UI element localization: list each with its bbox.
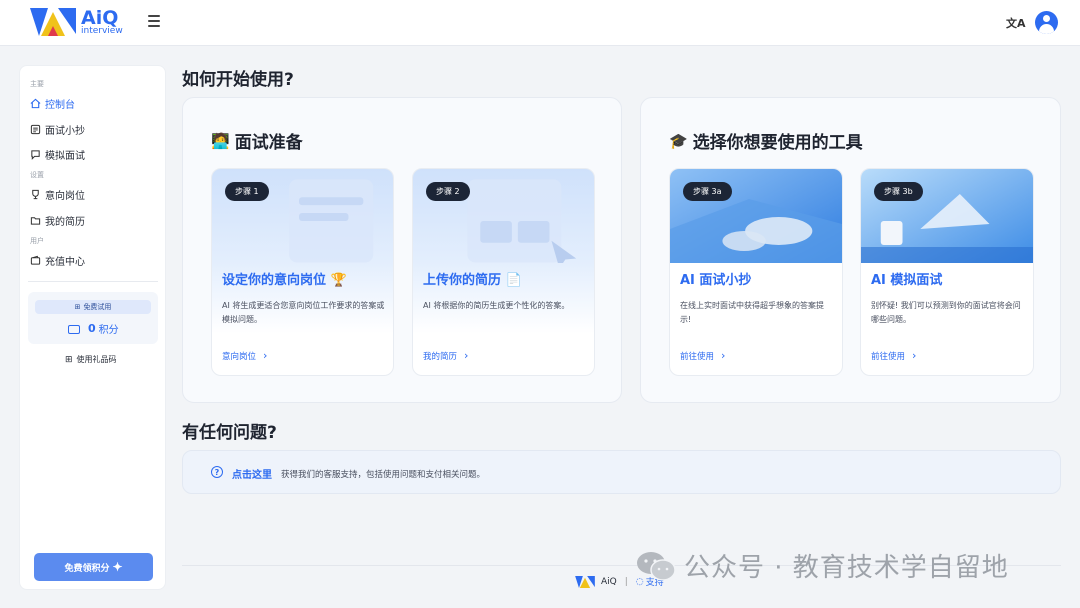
sidebar-item-label: 意向岗位 (45, 191, 85, 202)
step-badge: 步骤 3b (874, 182, 923, 201)
page-title: 如何开始使用? (182, 70, 294, 90)
cheatsheet-icon (29, 124, 41, 136)
sidebar-item-label: 面试小抄 (45, 126, 85, 137)
sidebar-item-label: 控制台 (45, 100, 75, 111)
card-link-label: 我的简历 (423, 351, 458, 362)
footer-separator: | (624, 576, 628, 587)
prep-panel: 🧑‍💻 面试准备 步骤 1 设定你的意向岗位 🏆 AI 将生成更适合您意向岗位工… (182, 97, 622, 403)
tools-panel: 🎓 选择你想要使用的工具 步骤 3a AI 面试小抄 在线上实时面试中获得超乎想… (640, 97, 1061, 403)
tool-card-cheatsheet[interactable]: 步骤 3a AI 面试小抄 在线上实时面试中获得超乎想象的答案提示! 前往使用 › (669, 168, 843, 376)
sidebar-divider (28, 281, 158, 282)
faq-heading: 有任何问题? (182, 423, 277, 443)
credits-card: ⊞ 免费试用 0 积分 (28, 292, 158, 344)
developer-emoji-icon: 🧑‍💻 (211, 131, 230, 150)
step-badge: 步骤 2 (426, 182, 470, 201)
free-trial-tag[interactable]: ⊞ 免费试用 (35, 300, 151, 314)
sparkle-icon: ✦ (112, 560, 123, 574)
tools-panel-title: 🎓 选择你想要使用的工具 (669, 128, 863, 154)
resume-link[interactable]: 我的简历 › (423, 349, 468, 362)
card-title: 上传你的简历 📄 (423, 273, 522, 288)
sidebar-section-settings: 设置 (30, 171, 44, 179)
card-description: 在线上实时面试中获得超乎想象的答案提示! (680, 301, 824, 324)
chevron-right-icon: › (721, 349, 726, 362)
chevron-right-icon: › (263, 349, 268, 362)
free-credits-label: 免费领积分 (64, 562, 110, 573)
tool-card-mock-interview[interactable]: 步骤 3b AI 模拟面试 别怀疑! 我们可以预测到你的面试官将会问哪些问题。 … (860, 168, 1034, 376)
logo-mark-icon (30, 8, 76, 36)
card-title: AI 模拟面试 (871, 273, 943, 288)
step-card-target-job[interactable]: 步骤 1 设定你的意向岗位 🏆 AI 将生成更适合您意向岗位工作要求的答案或模拟… (211, 168, 394, 376)
step-badge: 步骤 3a (683, 182, 732, 201)
free-credits-button[interactable]: 免费领积分 ✦ (34, 553, 153, 581)
support-link[interactable]: 点击这里 (232, 466, 272, 481)
sidebar-section-user: 用户 (30, 237, 44, 245)
gift-code-label: 使用礼品码 (76, 355, 117, 364)
sidebar-section-main: 主要 (30, 80, 44, 88)
footer-logo-icon (575, 575, 595, 588)
card-description: AI 将根据你的简历生成更个性化的答案。 (423, 301, 570, 310)
cheatsheet-go-link[interactable]: 前往使用 › (680, 349, 725, 362)
card-link-label: 前往使用 (680, 351, 715, 362)
credits-value: 0 (88, 322, 96, 335)
free-trial-label: 免费试用 (83, 303, 112, 311)
support-banner: ? 点击这里 获得我们的客服支持，包括使用问题和支付相关问题。 (182, 450, 1061, 494)
user-avatar-icon[interactable] (1035, 11, 1058, 34)
chevron-right-icon: › (464, 349, 469, 362)
gift-code-link[interactable]: ⊞ 使用礼品码 (65, 354, 117, 365)
sidebar-item-mock-interview[interactable]: 模拟面试 (29, 147, 85, 162)
card-description: AI 将生成更适合您意向岗位工作要求的答案或模拟问题。 (222, 301, 385, 324)
folder-icon (29, 215, 41, 227)
wechat-watermark: 公众号 · 教育技术学自留地 (636, 547, 1009, 584)
brand-logo[interactable]: AiQ interview (30, 8, 123, 36)
gift-icon: ⊞ (74, 303, 81, 311)
chevron-right-icon: › (912, 349, 917, 362)
watermark-text: 公众号 · 教育技术学自留地 (684, 553, 1009, 583)
brand-sub: interview (81, 25, 123, 36)
card-title: 设定你的意向岗位 🏆 (222, 273, 347, 288)
sidebar-item-recharge[interactable]: 充值中心 (29, 253, 85, 268)
card-link-label: 意向岗位 (222, 351, 257, 362)
wallet-icon (29, 255, 41, 267)
sidebar-item-dashboard[interactable]: 控制台 (29, 96, 75, 111)
trophy-icon (29, 189, 41, 201)
card-link-label: 前往使用 (871, 351, 906, 362)
chat-icon (29, 149, 41, 161)
wallet-icon (68, 324, 80, 334)
step-badge: 步骤 1 (225, 182, 269, 201)
question-circle-icon: ? (211, 466, 223, 478)
top-bar: AiQ interview 文A (0, 0, 1080, 46)
card-description: 别怀疑! 我们可以预测到你的面试官将会问哪些问题。 (871, 301, 1021, 324)
hamburger-menu-icon[interactable] (148, 15, 160, 29)
footer-brand[interactable]: AiQ (601, 577, 617, 587)
sidebar-item-label: 模拟面试 (45, 151, 85, 162)
gift-icon: ⊞ (65, 354, 73, 365)
sidebar-item-target-job[interactable]: 意向岗位 (29, 187, 85, 202)
mock-interview-go-link[interactable]: 前往使用 › (871, 349, 916, 362)
sidebar-item-resume[interactable]: 我的简历 (29, 213, 85, 228)
step-card-resume[interactable]: 步骤 2 上传你的简历 📄 AI 将根据你的简历生成更个性化的答案。 我的简历 › (412, 168, 595, 376)
credits-balance: 0 积分 (68, 321, 119, 336)
prep-panel-title: 🧑‍💻 面试准备 (211, 128, 303, 154)
prep-panel-title-text: 面试准备 (234, 133, 303, 153)
brand-name: AiQ (81, 6, 119, 29)
translate-icon[interactable]: 文A (1006, 15, 1026, 31)
sidebar: 主要 控制台 面试小抄 模拟面试 设置 意向岗位 我的简历 用户 充值中心 ⊞ 免… (19, 65, 166, 590)
credits-unit: 积分 (98, 325, 119, 336)
card-title: AI 面试小抄 (680, 273, 752, 288)
support-text: 获得我们的客服支持，包括使用问题和支付相关问题。 (281, 470, 486, 480)
tools-panel-title-text: 选择你想要使用的工具 (692, 133, 863, 153)
target-job-link[interactable]: 意向岗位 › (222, 349, 267, 362)
sidebar-item-label: 充值中心 (45, 257, 85, 268)
sidebar-item-label: 我的简历 (45, 217, 85, 228)
home-icon (29, 98, 41, 110)
wechat-icon (637, 551, 676, 581)
sidebar-item-cheatsheet[interactable]: 面试小抄 (29, 122, 85, 137)
graduation-cap-emoji-icon: 🎓 (669, 131, 688, 150)
